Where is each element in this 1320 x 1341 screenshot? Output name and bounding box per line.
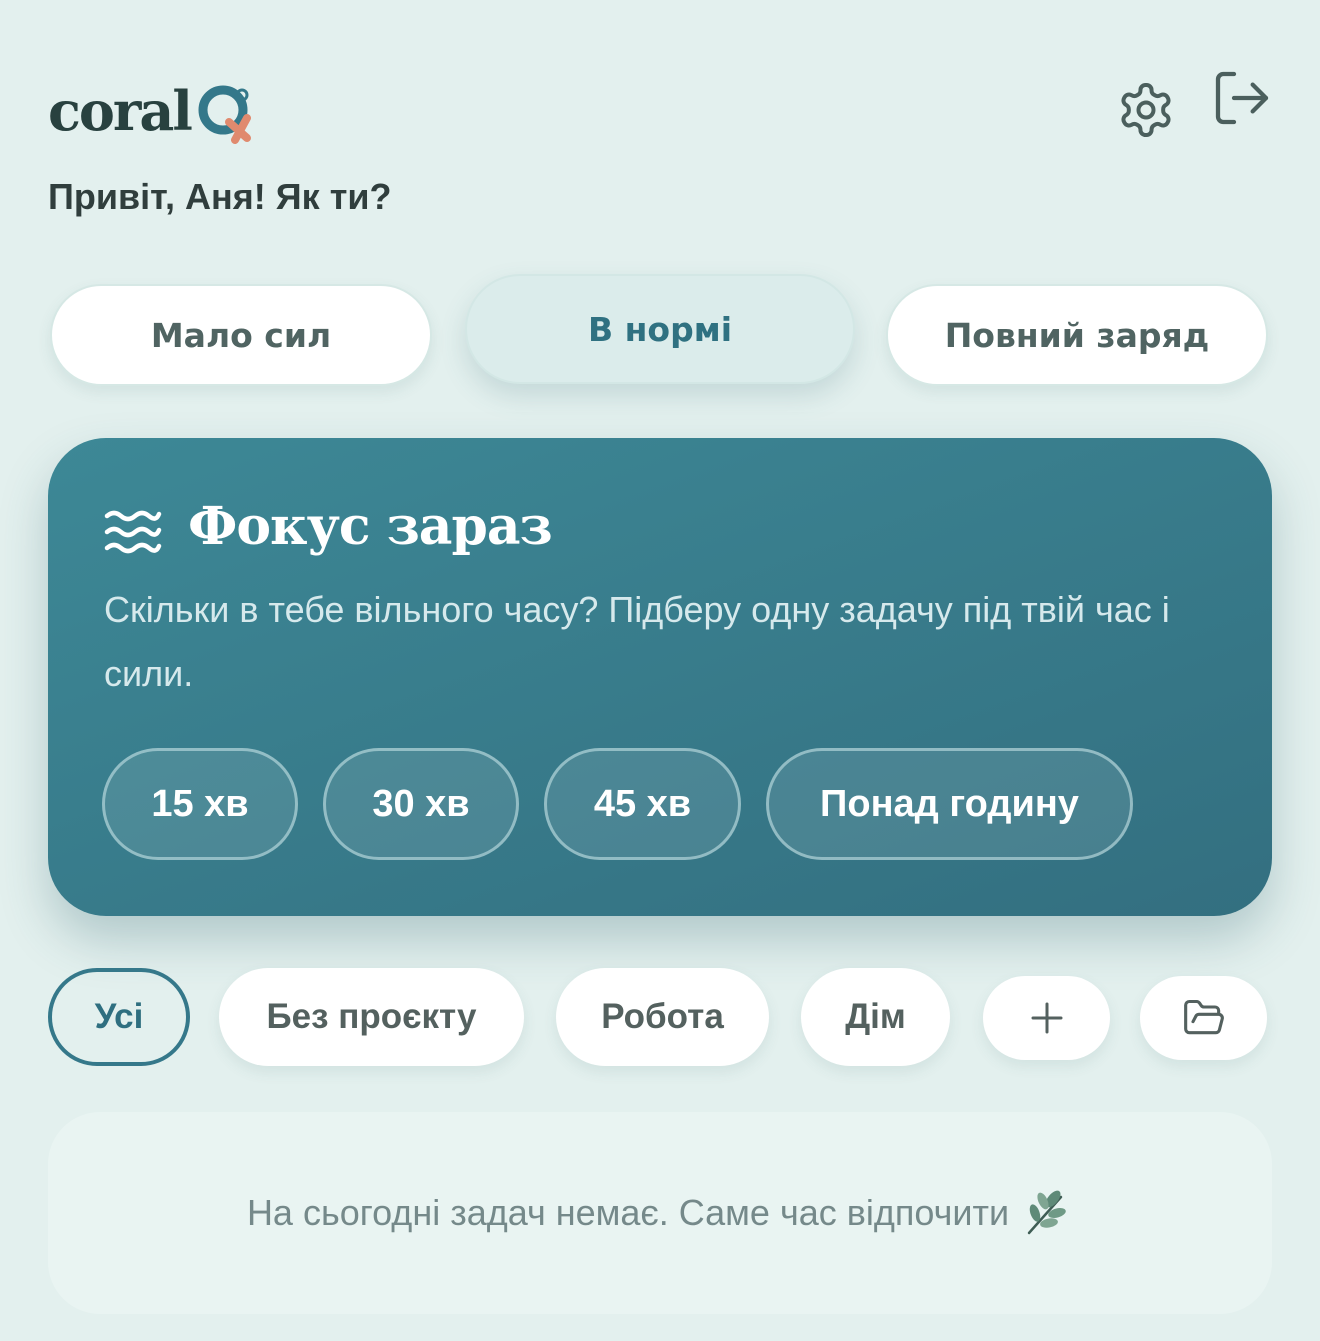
empty-state-card: На сьогодні задач немає. Саме час відпоч… xyxy=(48,1112,1272,1314)
projects-folder-button[interactable] xyxy=(1140,976,1267,1060)
logo-text: coral xyxy=(48,79,193,143)
time-30-button[interactable]: 30 хв xyxy=(323,748,519,860)
greeting-heading: Привіт, Аня! Як ти? xyxy=(48,176,392,217)
time-15-button[interactable]: 15 хв xyxy=(102,748,298,860)
focus-card: Фокус зараз Скільки в тебе вільного часу… xyxy=(48,438,1272,916)
folder-icon xyxy=(1183,999,1224,1035)
focus-title: Фокус зараз xyxy=(188,496,553,557)
filter-home[interactable]: Дім xyxy=(801,968,950,1066)
leaf-icon xyxy=(1027,1190,1066,1235)
mood-low-energy-button[interactable]: Мало сил xyxy=(50,284,432,386)
empty-state-message: На сьогодні задач немає. Саме час відпоч… xyxy=(246,1192,1010,1233)
filter-no-project[interactable]: Без проєкту xyxy=(219,968,524,1066)
mood-full-charge-button[interactable]: Повний заряд xyxy=(886,284,1268,386)
gear-icon[interactable] xyxy=(1116,80,1176,140)
add-project-button[interactable] xyxy=(983,976,1110,1060)
waves-icon xyxy=(104,510,162,554)
filter-all[interactable]: Усі xyxy=(48,968,190,1066)
time-45-button[interactable]: 45 хв xyxy=(544,748,741,860)
app-logo: coral xyxy=(48,72,265,150)
logout-icon[interactable] xyxy=(1210,66,1274,130)
plus-icon xyxy=(1031,1002,1062,1034)
time-over-hour-button[interactable]: Понад годину xyxy=(766,748,1133,860)
mood-normal-button[interactable]: В нормі xyxy=(465,274,855,384)
logo-q-icon xyxy=(198,85,251,144)
filter-work[interactable]: Робота xyxy=(556,968,769,1066)
focus-subtitle: Скільки в тебе вільного часу? Підберу од… xyxy=(104,589,1170,694)
